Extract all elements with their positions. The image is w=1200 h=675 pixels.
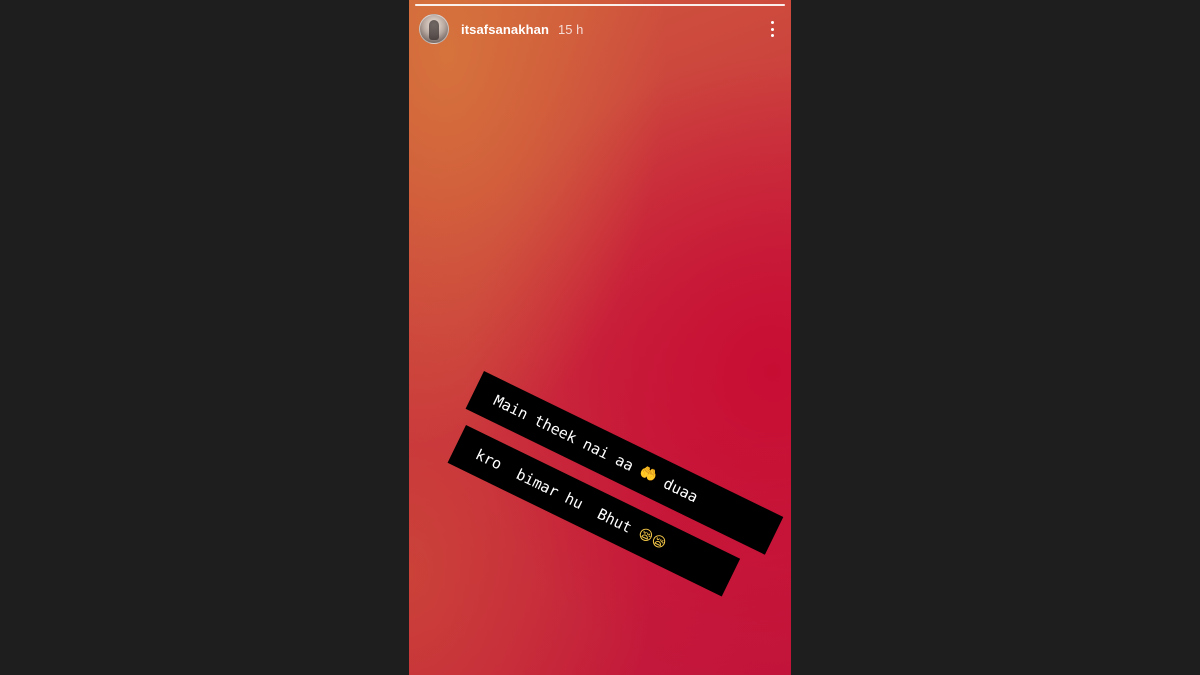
caption-text-1b: duaa (652, 470, 701, 507)
viewer-backdrop: itsafsanakhan 15 h Main theek nai aa 🤲 d… (0, 0, 1200, 675)
timestamp: 15 h (558, 21, 584, 37)
story-frame[interactable]: itsafsanakhan 15 h (409, 0, 791, 675)
username[interactable]: itsafsanakhan (461, 22, 549, 37)
story-progress-bar (415, 4, 785, 6)
sleepy-face-icon: 😪😪 (635, 525, 669, 553)
avatar[interactable] (419, 14, 449, 44)
more-vertical-icon[interactable] (767, 21, 777, 37)
story-header: itsafsanakhan 15 h (419, 14, 781, 44)
story-progress-fill (415, 4, 785, 6)
